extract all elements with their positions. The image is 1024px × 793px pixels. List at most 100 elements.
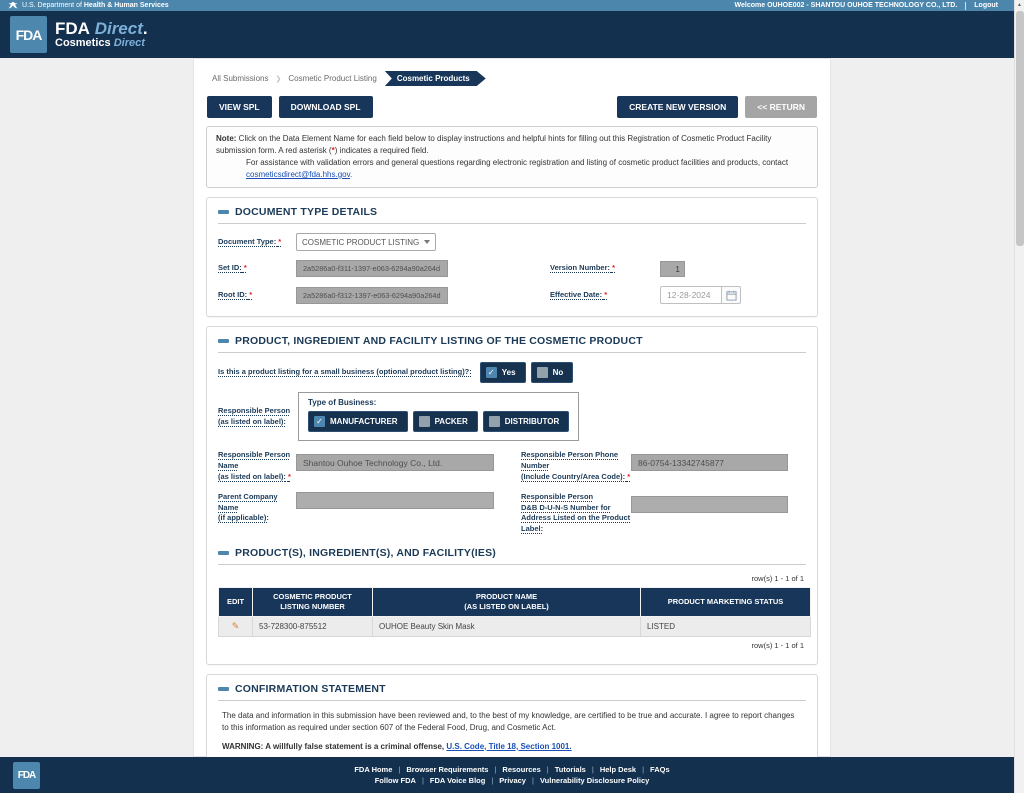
rows-count-bottom: row(s) 1 - 1 of 1	[751, 640, 804, 650]
dept-title: U.S. Department of Health & Human Servic…	[22, 2, 169, 9]
footer-link-faqs[interactable]: FAQs	[650, 765, 670, 774]
section-header: PRODUCT, INGREDIENT AND FACILITY LISTING…	[218, 335, 806, 353]
footer-link-fda-voice-blog[interactable]: FDA Voice Blog	[430, 776, 485, 785]
edit-pencil-icon[interactable]: ✎	[225, 621, 246, 632]
brand-fda: FDA	[55, 18, 90, 38]
confirmation-text: The data and information in this submiss…	[222, 710, 795, 732]
rp-name-label[interactable]: Responsible Person Name (as listed on la…	[218, 450, 296, 483]
section-document-type-details: DOCUMENT TYPE DETAILS Document Type: * C…	[206, 197, 818, 317]
no-label: No	[552, 368, 564, 377]
collapse-dash-icon[interactable]	[218, 210, 229, 214]
scrollbar-thumb[interactable]	[1016, 11, 1024, 246]
packer-checkbox-button[interactable]: PACKER	[412, 411, 478, 432]
small-business-yes-button[interactable]: ✓ Yes	[479, 362, 526, 383]
footer-link-follow-fda[interactable]: Follow FDA	[375, 776, 416, 785]
collapse-dash-icon[interactable]	[218, 339, 229, 343]
download-spl-button[interactable]: DOWNLOAD SPL	[278, 96, 373, 118]
footer-link-fda-home[interactable]: FDA Home	[354, 765, 392, 774]
collapse-dash-icon[interactable]	[218, 551, 229, 556]
type-of-business-label[interactable]: Type of Business:	[308, 398, 569, 407]
manufacturer-label: MANUFACTURER	[330, 417, 398, 426]
chevron-right-icon: ❯	[275, 75, 282, 83]
product-name-cell: OUHOE Beauty Skin Mask	[372, 615, 641, 637]
hhs-eagle-icon	[8, 1, 18, 9]
divider	[965, 1, 967, 10]
document-type-select[interactable]: COSMETIC PRODUCT LISTING	[296, 233, 436, 251]
brand-cosmetics-direct: Direct	[113, 36, 145, 49]
set-id-field: 2a5286a0-f311-1397-e063-6294a90a264d	[296, 260, 448, 277]
product-name-column-header: PRODUCT NAME (AS LISTED ON LABEL)	[372, 587, 641, 617]
return-button[interactable]: << RETURN	[745, 96, 817, 118]
section-title: PRODUCT(S), INGREDIENT(S), AND FACILITY(…	[235, 547, 496, 560]
distributor-checkbox-button[interactable]: DISTRIBUTOR	[482, 411, 570, 432]
welcome-text: Welcome OUHOE002 - SHANTOU OUHOE TECHNOL…	[734, 2, 958, 9]
table-row: ✎ 53-728300-875512 OUHOE Beauty Skin Mas…	[218, 615, 811, 637]
section-title: CONFIRMATION STATEMENT	[235, 682, 386, 695]
app-header: FDA FDA Direct. Cosmetics Direct	[0, 11, 1024, 58]
scroll-up-arrow-icon[interactable]: ▲	[1015, 0, 1024, 10]
responsible-person-label[interactable]: Responsible Person (as listed on label):	[218, 406, 296, 428]
footer-link-resources[interactable]: Resources	[502, 765, 540, 774]
breadcrumb: All Submissions ❯ Cosmetic Product Listi…	[208, 71, 818, 86]
manufacturer-checkbox-button[interactable]: ✓ MANUFACTURER	[308, 411, 408, 432]
create-new-version-button[interactable]: CREATE NEW VERSION	[617, 96, 739, 118]
note-line1: Note: Click on the Data Element Name for…	[216, 134, 772, 155]
distributor-label: DISTRIBUTOR	[504, 417, 560, 426]
view-spl-button[interactable]: VIEW SPL	[207, 96, 272, 118]
us-code-link[interactable]: U.S. Code, Title 18, Section 1001.	[446, 742, 571, 751]
footer-link-vulnerability-disclosure[interactable]: Vulnerability Disclosure Policy	[540, 776, 649, 785]
section-header: CONFIRMATION STATEMENT	[218, 683, 806, 701]
logout-link[interactable]: Logout	[974, 2, 998, 9]
yes-label: Yes	[501, 368, 516, 377]
section-title: PRODUCT, INGREDIENT AND FACILITY LISTING…	[235, 335, 643, 347]
footer-link-privacy[interactable]: Privacy	[499, 776, 526, 785]
toolbar: VIEW SPL DOWNLOAD SPL CREATE NEW VERSION…	[207, 96, 817, 118]
vertical-scrollbar[interactable]: ▲	[1014, 0, 1024, 793]
breadcrumb-cosmetic-product-listing[interactable]: Cosmetic Product Listing	[284, 72, 380, 85]
note-line2: For assistance with validation errors an…	[246, 158, 789, 179]
small-business-question-label[interactable]: Is this a product listing for a small bu…	[218, 367, 472, 378]
parent-company-label[interactable]: Parent Company Name (if applicable):	[218, 492, 296, 525]
footer-link-help-desk[interactable]: Help Desk	[600, 765, 636, 774]
listing-number-column-header: COSMETIC PRODUCT LISTING NUMBER	[252, 587, 373, 617]
note-box: Note: Click on the Data Element Name for…	[206, 126, 818, 188]
footer-link-tutorials[interactable]: Tutorials	[555, 765, 586, 774]
effective-date-label[interactable]: Effective Date: *	[550, 290, 660, 301]
section-header: DOCUMENT TYPE DETAILS	[218, 206, 806, 224]
version-number-field: 1	[660, 260, 685, 277]
small-business-no-button[interactable]: No	[530, 362, 574, 383]
set-id-label[interactable]: Set ID: *	[218, 263, 296, 274]
breadcrumb-all-submissions[interactable]: All Submissions	[208, 72, 272, 85]
checkbox-unchecked-icon	[488, 416, 500, 427]
parent-company-field	[296, 491, 494, 509]
brand-cosmetics: Cosmetics	[55, 36, 111, 49]
document-type-label[interactable]: Document Type: *	[218, 237, 296, 248]
effective-date-input[interactable]: 12-28-2024	[660, 286, 722, 304]
duns-label[interactable]: Responsible Person D&B D-U-N-S Number fo…	[521, 492, 631, 536]
contact-email-link[interactable]: cosmeticsdirect@fda.hhs.gov	[246, 170, 350, 179]
rows-count-top: row(s) 1 - 1 of 1	[751, 574, 804, 584]
brand-direct: Direct	[94, 18, 143, 38]
root-id-field: 2a5286a0-f312-1397-e063-6294a90a264d	[296, 286, 448, 304]
fda-logo: FDA	[10, 16, 47, 53]
gov-bar: U.S. Department of Health & Human Servic…	[0, 0, 1024, 11]
section-title: DOCUMENT TYPE DETAILS	[235, 206, 378, 218]
brand-title: FDA Direct. Cosmetics Direct	[55, 18, 148, 49]
root-id-label[interactable]: Root ID: *	[218, 290, 296, 301]
rp-phone-label[interactable]: Responsible Person Phone Number (Include…	[521, 450, 631, 483]
calendar-icon[interactable]	[722, 286, 741, 304]
edit-column-header: EDIT	[218, 587, 253, 617]
version-number-label[interactable]: Version Number: *	[550, 263, 660, 274]
packer-label: PACKER	[434, 417, 468, 426]
footer-links-row2: Follow FDA | FDA Voice Blog | Privacy | Vul…	[374, 776, 650, 785]
checkbox-unchecked-icon	[418, 416, 430, 427]
fda-footer-logo: FDA	[13, 762, 40, 789]
document-type-value: COSMETIC PRODUCT LISTING	[302, 237, 420, 247]
table-header-row: EDIT COSMETIC PRODUCT LISTING NUMBER PRO…	[218, 587, 811, 617]
section-header-products: PRODUCT(S), INGREDIENT(S), AND FACILITY(…	[218, 547, 806, 566]
footer-link-browser-requirements[interactable]: Browser Requirements	[406, 765, 488, 774]
collapse-dash-icon[interactable]	[218, 686, 229, 691]
listing-number-cell: 53-728300-875512	[252, 615, 373, 637]
status-column-header: PRODUCT MARKETING STATUS	[640, 587, 811, 617]
rp-phone-field: 86-0754-13342745877	[631, 454, 788, 471]
